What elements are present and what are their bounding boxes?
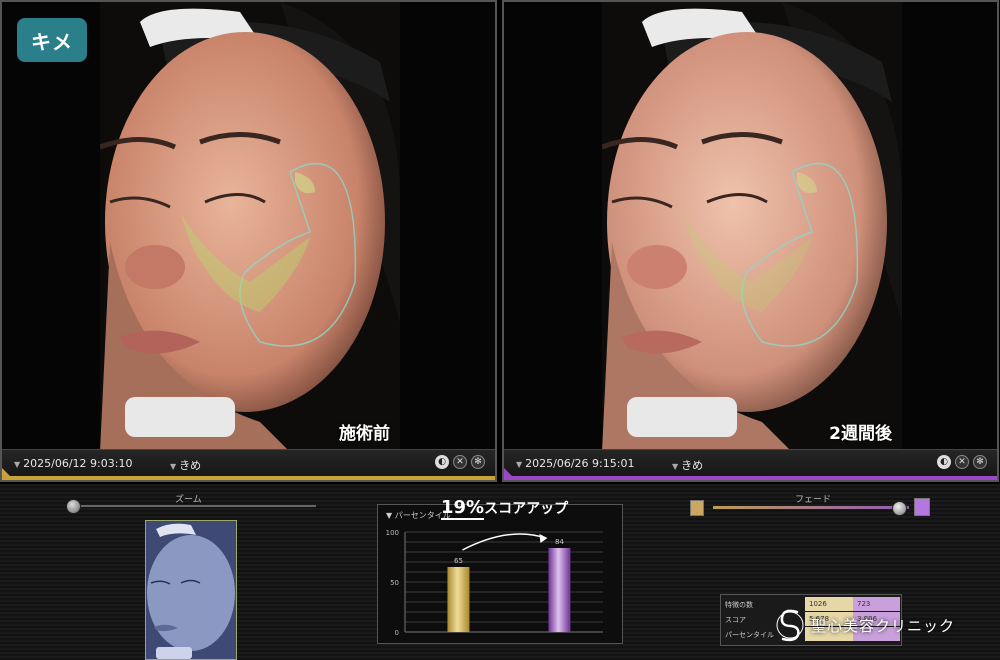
fade-after-swatch[interactable] xyxy=(914,498,930,516)
close-icon[interactable]: ✕ xyxy=(453,455,467,469)
before-date-dropdown[interactable]: ▼ 2025/06/12 9:03:10 xyxy=(14,457,132,470)
before-face-photo: 施術前 xyxy=(100,2,400,452)
after-date: 2025/06/26 9:15:01 xyxy=(525,457,635,470)
y-tick-label: 100 xyxy=(386,529,399,537)
before-accent-bar xyxy=(2,476,495,480)
score-up-text: スコアアップ xyxy=(484,501,569,517)
bar-value-label: 84 xyxy=(555,538,564,546)
before-caption: 施術前 xyxy=(339,424,390,444)
stats-label: スコア xyxy=(725,616,746,624)
zoom-label: ズーム xyxy=(175,495,202,505)
after-mode-dropdown[interactable]: ▼ きめ xyxy=(672,457,703,473)
clinic-watermark: 聖心美容クリニック xyxy=(775,606,955,644)
bar xyxy=(548,548,571,632)
settings-icon[interactable]: ✻ xyxy=(973,455,987,469)
after-photo-panel: 2週間後 ▼ 2025/06/26 9:15:01 ▼ きめ ◐ ✕ ✻ xyxy=(502,0,999,482)
dropdown-arrow-icon: ▼ xyxy=(672,462,679,471)
clinic-logo-icon xyxy=(776,609,804,642)
score-up-headline: 19%スコアアップ xyxy=(441,497,569,520)
thumbnail-face xyxy=(146,521,236,659)
before-photo-panel: キメ 施術前 ▼ 2025/06/12 9:03:10 ▼ きめ ◐ ✕ ✻ xyxy=(0,0,497,482)
score-up-percent: 19% xyxy=(441,497,485,520)
stats-label: パーセンタイル xyxy=(725,631,774,639)
bar-value-label: 65 xyxy=(454,557,463,565)
after-marker xyxy=(504,468,512,476)
bar xyxy=(447,567,470,632)
dropdown-arrow-icon: ▼ xyxy=(170,462,177,471)
fade-slider-track[interactable] xyxy=(713,506,909,509)
after-face-photo: 2週間後 xyxy=(602,2,902,452)
settings-icon[interactable]: ✻ xyxy=(471,455,485,469)
control-panel: ズーム ▼ パーセンタイル 0 50 100 65 84 19%スコアアップ フェード … xyxy=(0,484,1000,660)
after-mode: きめ xyxy=(681,459,704,472)
fade-label: フェード xyxy=(795,495,832,505)
zoom-slider-track[interactable] xyxy=(72,505,316,507)
before-mode: きめ xyxy=(179,459,202,472)
contrast-icon[interactable]: ◐ xyxy=(937,455,951,469)
after-toolbar: ▼ 2025/06/26 9:15:01 ▼ きめ ◐ ✕ ✻ xyxy=(504,449,997,480)
after-caption: 2週間後 xyxy=(829,424,892,444)
y-tick-label: 0 xyxy=(395,629,399,637)
close-icon[interactable]: ✕ xyxy=(955,455,969,469)
before-mode-dropdown[interactable]: ▼ きめ xyxy=(170,457,201,473)
face-illustration xyxy=(602,2,902,452)
after-date-dropdown[interactable]: ▼ 2025/06/26 9:15:01 xyxy=(516,457,634,470)
fade-slider-knob[interactable] xyxy=(892,501,908,516)
analysis-type-badge: キメ xyxy=(17,18,87,62)
after-accent-bar xyxy=(504,476,997,480)
y-tick-label: 50 xyxy=(390,579,399,587)
before-marker xyxy=(2,468,10,476)
before-toolbar: ▼ 2025/06/12 9:03:10 ▼ きめ ◐ ✕ ✻ xyxy=(2,449,495,480)
contrast-icon[interactable]: ◐ xyxy=(435,455,449,469)
clinic-name: 聖心美容クリニック xyxy=(811,616,956,635)
navigator-thumbnail[interactable] xyxy=(145,520,237,660)
percentile-bar-chart: 0 50 100 65 84 xyxy=(386,529,603,637)
stats-label: 特徴の数 xyxy=(725,601,753,609)
face-illustration xyxy=(100,2,400,452)
before-date: 2025/06/12 9:03:10 xyxy=(23,457,133,470)
fade-before-swatch[interactable] xyxy=(690,500,704,516)
dropdown-arrow-icon: ▼ xyxy=(14,460,21,469)
zoom-slider-knob[interactable] xyxy=(66,499,81,514)
dropdown-arrow-icon: ▼ xyxy=(516,460,523,469)
